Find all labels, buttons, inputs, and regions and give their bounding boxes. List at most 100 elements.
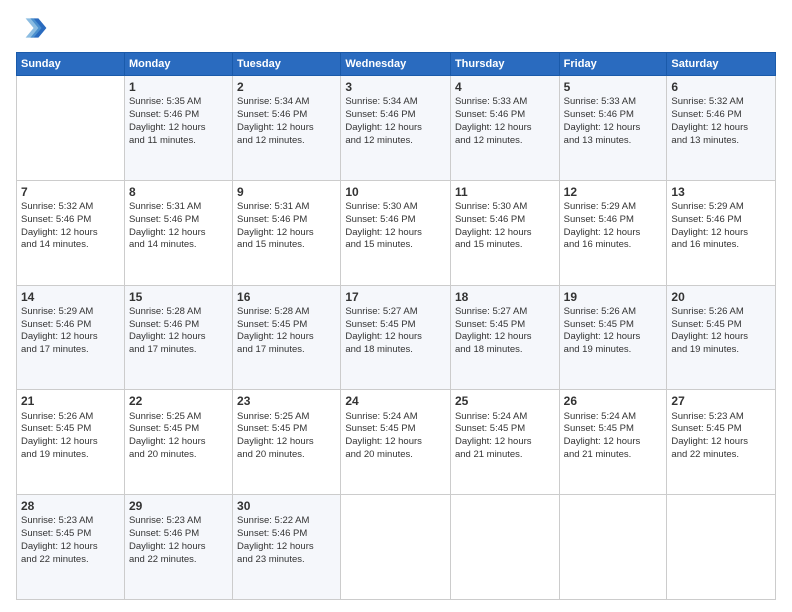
calendar-cell: 17Sunrise: 5:27 AM Sunset: 5:45 PM Dayli…: [341, 285, 451, 390]
page: SundayMondayTuesdayWednesdayThursdayFrid…: [0, 0, 792, 612]
day-of-week-header: Friday: [559, 53, 667, 76]
day-info: Sunrise: 5:33 AM Sunset: 5:46 PM Dayligh…: [564, 96, 663, 147]
day-info: Sunrise: 5:30 AM Sunset: 5:46 PM Dayligh…: [345, 201, 446, 252]
day-info: Sunrise: 5:23 AM Sunset: 5:46 PM Dayligh…: [129, 515, 228, 566]
calendar-cell: 3Sunrise: 5:34 AM Sunset: 5:46 PM Daylig…: [341, 76, 451, 181]
day-number: 24: [345, 393, 446, 409]
calendar-cell: 30Sunrise: 5:22 AM Sunset: 5:46 PM Dayli…: [233, 495, 341, 600]
calendar-cell: 20Sunrise: 5:26 AM Sunset: 5:45 PM Dayli…: [667, 285, 776, 390]
calendar-week-row: 28Sunrise: 5:23 AM Sunset: 5:45 PM Dayli…: [17, 495, 776, 600]
day-number: 20: [671, 289, 771, 305]
calendar-cell: 27 Sunrise: 5:23 AM Sunset: 5:45 PM Dayli…: [667, 390, 776, 495]
day-number: 22: [129, 393, 228, 409]
calendar-cell: 7Sunrise: 5:32 AM Sunset: 5:46 PM Daylig…: [17, 180, 125, 285]
day-info: Sunrise: 5:26 AM Sunset: 5:45 PM Dayligh…: [21, 411, 120, 462]
calendar-cell: [667, 495, 776, 600]
day-of-week-header: Tuesday: [233, 53, 341, 76]
day-info: Sunrise: 5:24 AM Sunset: 5:45 PM Dayligh…: [455, 411, 555, 462]
calendar-cell: [450, 495, 559, 600]
day-number: 27: [671, 393, 771, 409]
day-of-week-header: Wednesday: [341, 53, 451, 76]
calendar-cell: 2Sunrise: 5:34 AM Sunset: 5:46 PM Daylig…: [233, 76, 341, 181]
logo: [16, 12, 52, 44]
day-info: Sunrise: 5:23 AM Sunset: 5:45 PM Dayligh…: [671, 411, 771, 462]
day-info: Sunrise: 5:34 AM Sunset: 5:46 PM Dayligh…: [237, 96, 336, 147]
calendar: SundayMondayTuesdayWednesdayThursdayFrid…: [16, 52, 776, 600]
day-number: 17: [345, 289, 446, 305]
day-number: 1: [129, 79, 228, 95]
calendar-cell: 13Sunrise: 5:29 AM Sunset: 5:46 PM Dayli…: [667, 180, 776, 285]
day-number: 15: [129, 289, 228, 305]
logo-icon: [16, 12, 48, 44]
day-number: 23: [237, 393, 336, 409]
day-info: Sunrise: 5:28 AM Sunset: 5:45 PM Dayligh…: [237, 306, 336, 357]
calendar-cell: 25Sunrise: 5:24 AM Sunset: 5:45 PM Dayli…: [450, 390, 559, 495]
day-number: 5: [564, 79, 663, 95]
calendar-cell: 19Sunrise: 5:26 AM Sunset: 5:45 PM Dayli…: [559, 285, 667, 390]
calendar-cell: 16Sunrise: 5:28 AM Sunset: 5:45 PM Dayli…: [233, 285, 341, 390]
calendar-cell: 8Sunrise: 5:31 AM Sunset: 5:46 PM Daylig…: [124, 180, 232, 285]
calendar-cell: 10Sunrise: 5:30 AM Sunset: 5:46 PM Dayli…: [341, 180, 451, 285]
calendar-cell: 22 Sunrise: 5:25 AM Sunset: 5:45 PM Dayli…: [124, 390, 232, 495]
calendar-cell: 11Sunrise: 5:30 AM Sunset: 5:46 PM Dayli…: [450, 180, 559, 285]
day-number: 7: [21, 184, 120, 200]
calendar-week-row: 21Sunrise: 5:26 AM Sunset: 5:45 PM Dayli…: [17, 390, 776, 495]
day-info: Sunrise: 5:35 AM Sunset: 5:46 PM Dayligh…: [129, 96, 228, 147]
day-number: 16: [237, 289, 336, 305]
day-number: 19: [564, 289, 663, 305]
day-number: 30: [237, 498, 336, 514]
day-number: 3: [345, 79, 446, 95]
day-info: Sunrise: 5:31 AM Sunset: 5:46 PM Dayligh…: [129, 201, 228, 252]
day-number: 10: [345, 184, 446, 200]
calendar-week-row: 1Sunrise: 5:35 AM Sunset: 5:46 PM Daylig…: [17, 76, 776, 181]
day-info: Sunrise: 5:23 AM Sunset: 5:45 PM Dayligh…: [21, 515, 120, 566]
calendar-cell: [17, 76, 125, 181]
day-of-week-header: Monday: [124, 53, 232, 76]
day-number: 26: [564, 393, 663, 409]
day-number: 6: [671, 79, 771, 95]
calendar-cell: 18Sunrise: 5:27 AM Sunset: 5:45 PM Dayli…: [450, 285, 559, 390]
day-number: 8: [129, 184, 228, 200]
day-info: Sunrise: 5:31 AM Sunset: 5:46 PM Dayligh…: [237, 201, 336, 252]
calendar-cell: 9Sunrise: 5:31 AM Sunset: 5:46 PM Daylig…: [233, 180, 341, 285]
day-of-week-header: Saturday: [667, 53, 776, 76]
day-info: Sunrise: 5:27 AM Sunset: 5:45 PM Dayligh…: [345, 306, 446, 357]
day-info: Sunrise: 5:29 AM Sunset: 5:46 PM Dayligh…: [564, 201, 663, 252]
calendar-cell: 12Sunrise: 5:29 AM Sunset: 5:46 PM Dayli…: [559, 180, 667, 285]
day-info: Sunrise: 5:32 AM Sunset: 5:46 PM Dayligh…: [21, 201, 120, 252]
calendar-week-row: 7Sunrise: 5:32 AM Sunset: 5:46 PM Daylig…: [17, 180, 776, 285]
day-info: Sunrise: 5:29 AM Sunset: 5:46 PM Dayligh…: [21, 306, 120, 357]
calendar-cell: 4Sunrise: 5:33 AM Sunset: 5:46 PM Daylig…: [450, 76, 559, 181]
day-info: Sunrise: 5:26 AM Sunset: 5:45 PM Dayligh…: [671, 306, 771, 357]
calendar-cell: 1Sunrise: 5:35 AM Sunset: 5:46 PM Daylig…: [124, 76, 232, 181]
day-number: 28: [21, 498, 120, 514]
day-info: Sunrise: 5:27 AM Sunset: 5:45 PM Dayligh…: [455, 306, 555, 357]
day-info: Sunrise: 5:33 AM Sunset: 5:46 PM Dayligh…: [455, 96, 555, 147]
header: [16, 12, 776, 44]
calendar-cell: 14Sunrise: 5:29 AM Sunset: 5:46 PM Dayli…: [17, 285, 125, 390]
day-info: Sunrise: 5:25 AM Sunset: 5:45 PM Dayligh…: [237, 411, 336, 462]
day-info: Sunrise: 5:30 AM Sunset: 5:46 PM Dayligh…: [455, 201, 555, 252]
day-number: 11: [455, 184, 555, 200]
calendar-cell: 15Sunrise: 5:28 AM Sunset: 5:46 PM Dayli…: [124, 285, 232, 390]
calendar-cell: 29Sunrise: 5:23 AM Sunset: 5:46 PM Dayli…: [124, 495, 232, 600]
calendar-week-row: 14Sunrise: 5:29 AM Sunset: 5:46 PM Dayli…: [17, 285, 776, 390]
day-number: 12: [564, 184, 663, 200]
day-info: Sunrise: 5:26 AM Sunset: 5:45 PM Dayligh…: [564, 306, 663, 357]
day-of-week-header: Thursday: [450, 53, 559, 76]
day-info: Sunrise: 5:25 AM Sunset: 5:45 PM Dayligh…: [129, 411, 228, 462]
day-number: 18: [455, 289, 555, 305]
day-info: Sunrise: 5:22 AM Sunset: 5:46 PM Dayligh…: [237, 515, 336, 566]
calendar-cell: 23 Sunrise: 5:25 AM Sunset: 5:45 PM Dayli…: [233, 390, 341, 495]
day-info: Sunrise: 5:28 AM Sunset: 5:46 PM Dayligh…: [129, 306, 228, 357]
day-info: Sunrise: 5:34 AM Sunset: 5:46 PM Dayligh…: [345, 96, 446, 147]
day-info: Sunrise: 5:29 AM Sunset: 5:46 PM Dayligh…: [671, 201, 771, 252]
day-number: 2: [237, 79, 336, 95]
calendar-header-row: SundayMondayTuesdayWednesdayThursdayFrid…: [17, 53, 776, 76]
calendar-cell: 6Sunrise: 5:32 AM Sunset: 5:46 PM Daylig…: [667, 76, 776, 181]
day-number: 29: [129, 498, 228, 514]
day-number: 14: [21, 289, 120, 305]
calendar-cell: 24Sunrise: 5:24 AM Sunset: 5:45 PM Dayli…: [341, 390, 451, 495]
day-info: Sunrise: 5:32 AM Sunset: 5:46 PM Dayligh…: [671, 96, 771, 147]
day-info: Sunrise: 5:24 AM Sunset: 5:45 PM Dayligh…: [564, 411, 663, 462]
